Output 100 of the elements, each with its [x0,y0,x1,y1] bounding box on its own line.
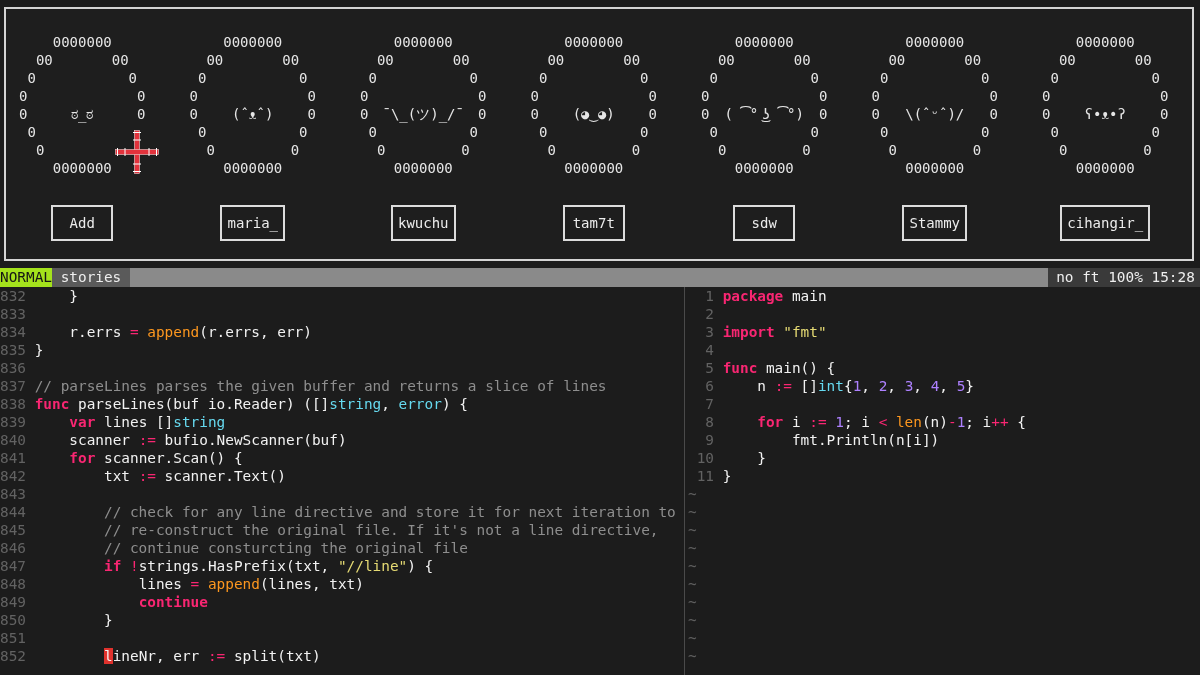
ascii-art-text: 0 [478,105,487,123]
ascii-art-text: 0 [19,105,28,123]
line-number: 6 [704,377,714,395]
kaomoji: (ˆᴥˆ) [232,105,274,123]
profile-button[interactable]: Stammy [902,205,968,241]
ascii-art-text: 0 [530,105,539,123]
line-number: 836 [0,359,26,377]
ascii-art-text: 0 [538,123,548,141]
ascii-art-text: 0 [360,87,369,105]
ascii-art-text: 00 [888,51,906,69]
line-number: 845 [0,521,26,539]
ascii-art-text: 0 [547,141,556,159]
profile-button[interactable]: maria_ [220,205,286,241]
code-line: } [722,467,732,485]
ascii-art-text: 0 [469,69,479,87]
ascii-art-text: 00 [376,51,394,69]
ascii-art-text: 0 [206,141,215,159]
profile-button[interactable]: sdw [733,205,796,241]
kaomoji: ¯\_(ツ)_/¯ [382,105,464,123]
line-number: 846 [0,539,26,557]
ascii-art-text: 0 [368,123,377,141]
code-line: scanner := bufio.NewScanner(buf) [69,431,347,449]
code-line: continue [138,593,208,611]
code-line: for scanner.Scan() { [69,449,243,467]
end-of-buffer-tilde: ~ [688,503,697,521]
profile-button[interactable]: kwuchu [390,205,456,241]
ascii-art-text: 00 [717,51,735,69]
ascii-art-text: 0000000 [52,33,112,51]
ascii-art-text: 0 [888,141,897,159]
profile-button[interactable]: tam7t [562,205,625,241]
ascii-art-text: 00 [964,51,982,69]
line-number: 838 [0,395,26,413]
ascii-art-text: 0 [461,141,470,159]
line-number: 8 [704,413,714,431]
profile-button[interactable]: cihangir_ [1060,205,1151,241]
ascii-art-text: 00 [452,51,470,69]
ascii-art-text: 0 [368,69,377,87]
code-line: if !strings.HasPrefix(txt, "//line") { [103,557,434,575]
ascii-art-text: 0 [1160,87,1169,105]
ascii-art-text: 0 [701,105,710,123]
ascii-art-text: 0 [802,141,811,159]
line-number: 850 [0,611,26,629]
ascii-art-text: 0 [717,141,727,159]
ascii-art-text: 0000000 [223,159,283,177]
ascii-art-text: 0 [1050,123,1059,141]
line-number: 840 [0,431,26,449]
ascii-art-text: 0 [640,123,649,141]
ascii-art-text: 0 [299,69,308,87]
ascii-art-text: 00 [282,51,300,69]
ascii-art-text: 0 [981,69,990,87]
ascii-art-text: 0 [1143,141,1152,159]
ascii-art-text: 00 [623,51,641,69]
end-of-buffer-tilde: ~ [688,611,697,629]
ascii-art-text: 0000000 [52,159,112,177]
ascii-art-text: 0000000 [734,159,794,177]
ascii-art-text: 0000000 [564,33,624,51]
ascii-art-text: 0 [307,87,316,105]
code-line: var lines []string [69,413,226,431]
line-number: 9 [704,431,714,449]
ascii-art-text: 0 [1050,69,1059,87]
line-number: 2 [704,305,714,323]
end-of-buffer-tilde: ~ [688,521,697,539]
ascii-art-text: 0 [360,105,369,123]
ascii-art-text: 0 [981,123,990,141]
code-line: for i := 1; i < len(n)-1; i++ { [757,413,1026,431]
file-name: stories [52,268,130,287]
line-number: 833 [0,305,26,323]
code-line: package main [722,287,827,305]
ascii-art-text: 0000000 [393,159,453,177]
code-line: // check for any line directive and store it for next iteration to [103,503,676,521]
code-line: } [34,341,44,359]
code-line: // parseLines parses the given buffer and returns a slice of lines [34,377,607,395]
ascii-art-text: 0 [189,87,198,105]
ascii-art-text: 00 [547,51,565,69]
ascii-art-text: 00 [111,51,129,69]
code-line: } [757,449,766,467]
ascii-art-text: 0000000 [393,33,453,51]
line-number: 11 [695,467,714,485]
ascii-art-text: 0 [27,69,36,87]
ascii-art-text: 0 [972,141,982,159]
ascii-art-text: 00 [206,51,224,69]
ascii-art-text: 0 [1042,87,1051,105]
ascii-art-text: 00 [1058,51,1076,69]
end-of-buffer-tilde: ~ [688,539,697,557]
line-number: 834 [0,323,26,341]
code-line: import "fmt" [722,323,827,341]
ascii-art-text: 0 [299,123,308,141]
ascii-art-text: 0000000 [564,159,624,177]
ascii-art-text: 0 [197,123,207,141]
end-of-buffer-tilde: ~ [688,593,697,611]
code-line: lineNr, err := split(txt) [103,647,321,665]
line-number: 10 [695,449,714,467]
ascii-art-text: 0 [1151,69,1161,87]
code-line: // re-construct the original file. If it's not a line directive, [103,521,659,539]
profile-button[interactable]: Add [51,205,114,241]
ascii-art-text: 0 [290,141,300,159]
line-number: 848 [0,575,26,593]
line-number: 841 [0,449,26,467]
ascii-art-text: 0 [128,69,138,87]
ascii-art-text: 0 [701,87,710,105]
